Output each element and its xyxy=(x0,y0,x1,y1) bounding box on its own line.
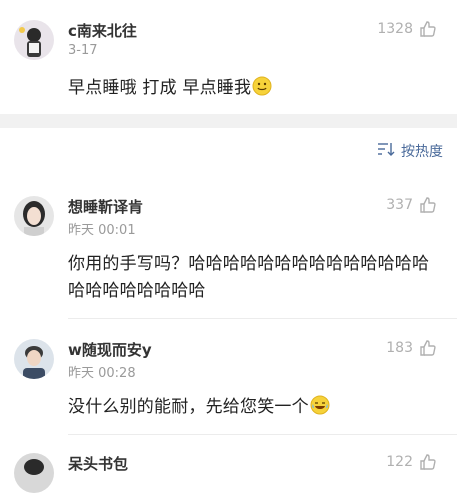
username[interactable]: 想睡靳译肯 xyxy=(68,196,143,217)
thumbs-up-icon xyxy=(419,196,437,214)
timestamp: 3-17 xyxy=(68,43,98,58)
thumbs-up-icon xyxy=(419,339,437,357)
comment-text: 没什么别的能耐，先给您笑一个 xyxy=(68,394,443,421)
like-count: 183 xyxy=(386,340,413,356)
like-button[interactable]: 1328 xyxy=(377,20,437,38)
username[interactable]: c南来北往 xyxy=(68,20,137,41)
like-count: 337 xyxy=(386,197,413,213)
sort-toggle[interactable]: 按热度 xyxy=(377,141,443,161)
avatar[interactable] xyxy=(14,339,54,379)
avatar[interactable] xyxy=(14,196,54,236)
avatar[interactable] xyxy=(14,20,54,60)
avatar[interactable] xyxy=(14,453,54,493)
timestamp: 昨天 00:28 xyxy=(68,366,136,381)
divider xyxy=(68,434,457,435)
like-button[interactable]: 122 xyxy=(386,453,437,471)
thumbs-up-icon xyxy=(419,20,437,38)
like-count: 122 xyxy=(386,454,413,470)
username[interactable]: w随现而安y xyxy=(68,339,152,360)
timestamp: 昨天 00:01 xyxy=(68,223,136,238)
sort-label: 按热度 xyxy=(401,144,443,160)
like-count: 1328 xyxy=(377,21,413,37)
comment-text: 你用的手写吗？哈哈哈哈哈哈哈哈哈哈哈哈哈哈哈哈哈哈哈哈哈哈 xyxy=(68,254,430,301)
like-button[interactable]: 337 xyxy=(386,196,437,214)
divider xyxy=(68,318,457,319)
laugh-cry-emoji-icon xyxy=(310,395,330,415)
like-button[interactable]: 183 xyxy=(386,339,437,357)
username[interactable]: 呆头书包 xyxy=(68,453,128,474)
comment-text: 早点睡哦 打成 早点睡我 xyxy=(68,75,443,102)
thumbs-up-icon xyxy=(419,453,437,471)
section-separator xyxy=(0,114,457,128)
sort-icon xyxy=(377,142,395,160)
smile-emoji-icon xyxy=(252,76,272,96)
